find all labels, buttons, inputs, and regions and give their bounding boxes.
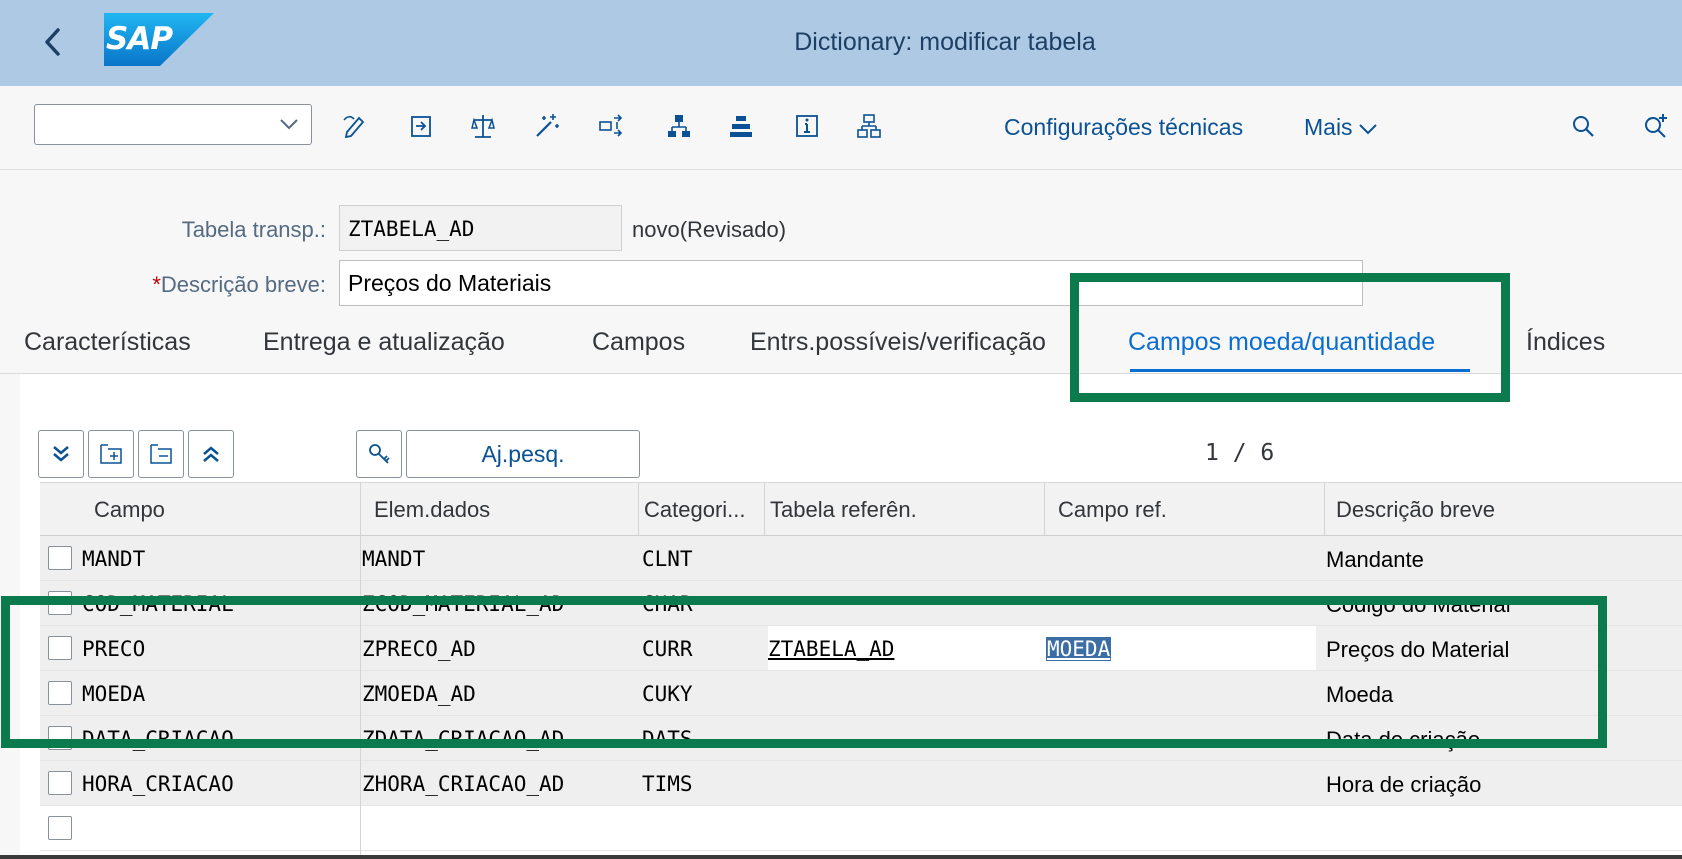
transport-icon[interactable] <box>406 111 436 141</box>
col-header-elem-dados[interactable]: Elem.dados <box>374 497 490 523</box>
delete-row-button[interactable] <box>138 430 184 478</box>
column-divider <box>638 482 639 536</box>
cell-descricao: Mandante <box>1326 547 1424 572</box>
collapse-all-icon <box>203 446 219 462</box>
table-label: Tabela transp.: <box>181 217 326 242</box>
tab-indexes[interactable]: Índices <box>1526 328 1605 357</box>
chevron-down-icon <box>1358 124 1377 135</box>
toolbar: Configurações técnicas Mais <box>0 86 1682 170</box>
cell-categoria[interactable]: TIMS <box>642 772 693 796</box>
column-divider <box>1324 482 1325 536</box>
table-row[interactable]: MANDT MANDT CLNT Mandante <box>40 536 1682 581</box>
page-title: Dictionary: modificar tabela <box>794 28 1096 56</box>
col-header-categoria[interactable]: Categori... <box>644 497 746 523</box>
search-help-label: Aj.pesq. <box>481 440 565 467</box>
cell-elem[interactable]: ZHORA_CRIACAO_AD <box>362 772 564 796</box>
column-divider <box>1044 482 1045 536</box>
table-row[interactable]: HORA_CRIACAO ZHORA_CRIACAO_AD TIMS Hora … <box>40 761 1682 806</box>
table-name-field[interactable]: ZTABELA_AD <box>339 205 622 251</box>
key-icon <box>369 444 390 464</box>
key-button[interactable] <box>356 430 402 478</box>
description-label: *Descrição breve: <box>100 272 326 298</box>
technical-settings-button[interactable]: Configurações técnicas <box>1004 114 1243 141</box>
description-label-text: Descrição breve: <box>160 272 326 297</box>
cell-categoria[interactable]: CLNT <box>642 547 693 571</box>
cell-campo[interactable]: HORA_CRIACAO <box>82 772 234 796</box>
more-menu-button[interactable]: Mais <box>1304 114 1379 141</box>
chevron-down-icon[interactable] <box>277 112 301 136</box>
highlight-box-tab <box>1070 273 1510 402</box>
where-used-icon[interactable] <box>596 111 626 141</box>
shell-header: SAP Dictionary: modificar tabela <box>0 0 1682 86</box>
row-checkbox[interactable] <box>48 546 72 570</box>
expand-all-button[interactable] <box>38 430 84 478</box>
balance-scale-icon[interactable] <box>468 111 498 141</box>
required-marker: * <box>152 272 161 297</box>
info-icon[interactable] <box>792 111 822 141</box>
search-plus-icon[interactable] <box>1640 111 1670 141</box>
col-header-tabela-referencia[interactable]: Tabela referên. <box>770 497 917 523</box>
delete-row-icon <box>150 444 172 464</box>
cell-campo[interactable]: MANDT <box>82 547 145 571</box>
command-field[interactable] <box>34 104 312 145</box>
expand-all-icon <box>53 446 69 462</box>
more-menu-label: Mais <box>1304 114 1353 140</box>
table-row[interactable] <box>40 806 1682 851</box>
hierarchy-icon[interactable] <box>664 111 694 141</box>
search-icon[interactable] <box>1568 111 1598 141</box>
column-divider <box>764 482 765 536</box>
cell-elem[interactable]: MANDT <box>362 547 425 571</box>
tab-characteristics[interactable]: Características <box>24 328 191 357</box>
cell-descricao: Hora de criação <box>1326 772 1482 797</box>
col-header-campo-ref[interactable]: Campo ref. <box>1058 497 1167 523</box>
tab-fields[interactable]: Campos <box>592 328 685 357</box>
magic-wand-icon[interactable] <box>532 111 562 141</box>
table-header: Campo Elem.dados Categori... Tabela refe… <box>40 482 1682 536</box>
highlight-box-rows <box>1 596 1607 748</box>
edit-pen-icon[interactable] <box>340 111 370 141</box>
tree-structure-icon[interactable] <box>854 111 884 141</box>
insert-row-icon <box>100 444 122 464</box>
upload-icon[interactable] <box>726 111 756 141</box>
bottom-edge <box>0 855 1682 859</box>
table-status-text: novo(Revisado) <box>632 217 787 242</box>
col-header-descricao[interactable]: Descrição breve <box>1336 497 1495 523</box>
insert-row-button[interactable] <box>88 430 134 478</box>
tab-input-help-check[interactable]: Entrs.possíveis/verificação <box>750 328 1046 357</box>
tab-delivery-maintenance[interactable]: Entrega e atualização <box>263 328 505 357</box>
col-header-campo[interactable]: Campo <box>94 497 165 523</box>
page-indicator: 1 / 6 <box>1205 440 1275 466</box>
collapse-all-button[interactable] <box>188 430 234 478</box>
row-checkbox[interactable] <box>48 771 72 795</box>
row-checkbox[interactable] <box>48 816 72 840</box>
search-help-button[interactable]: Aj.pesq. <box>406 430 640 478</box>
